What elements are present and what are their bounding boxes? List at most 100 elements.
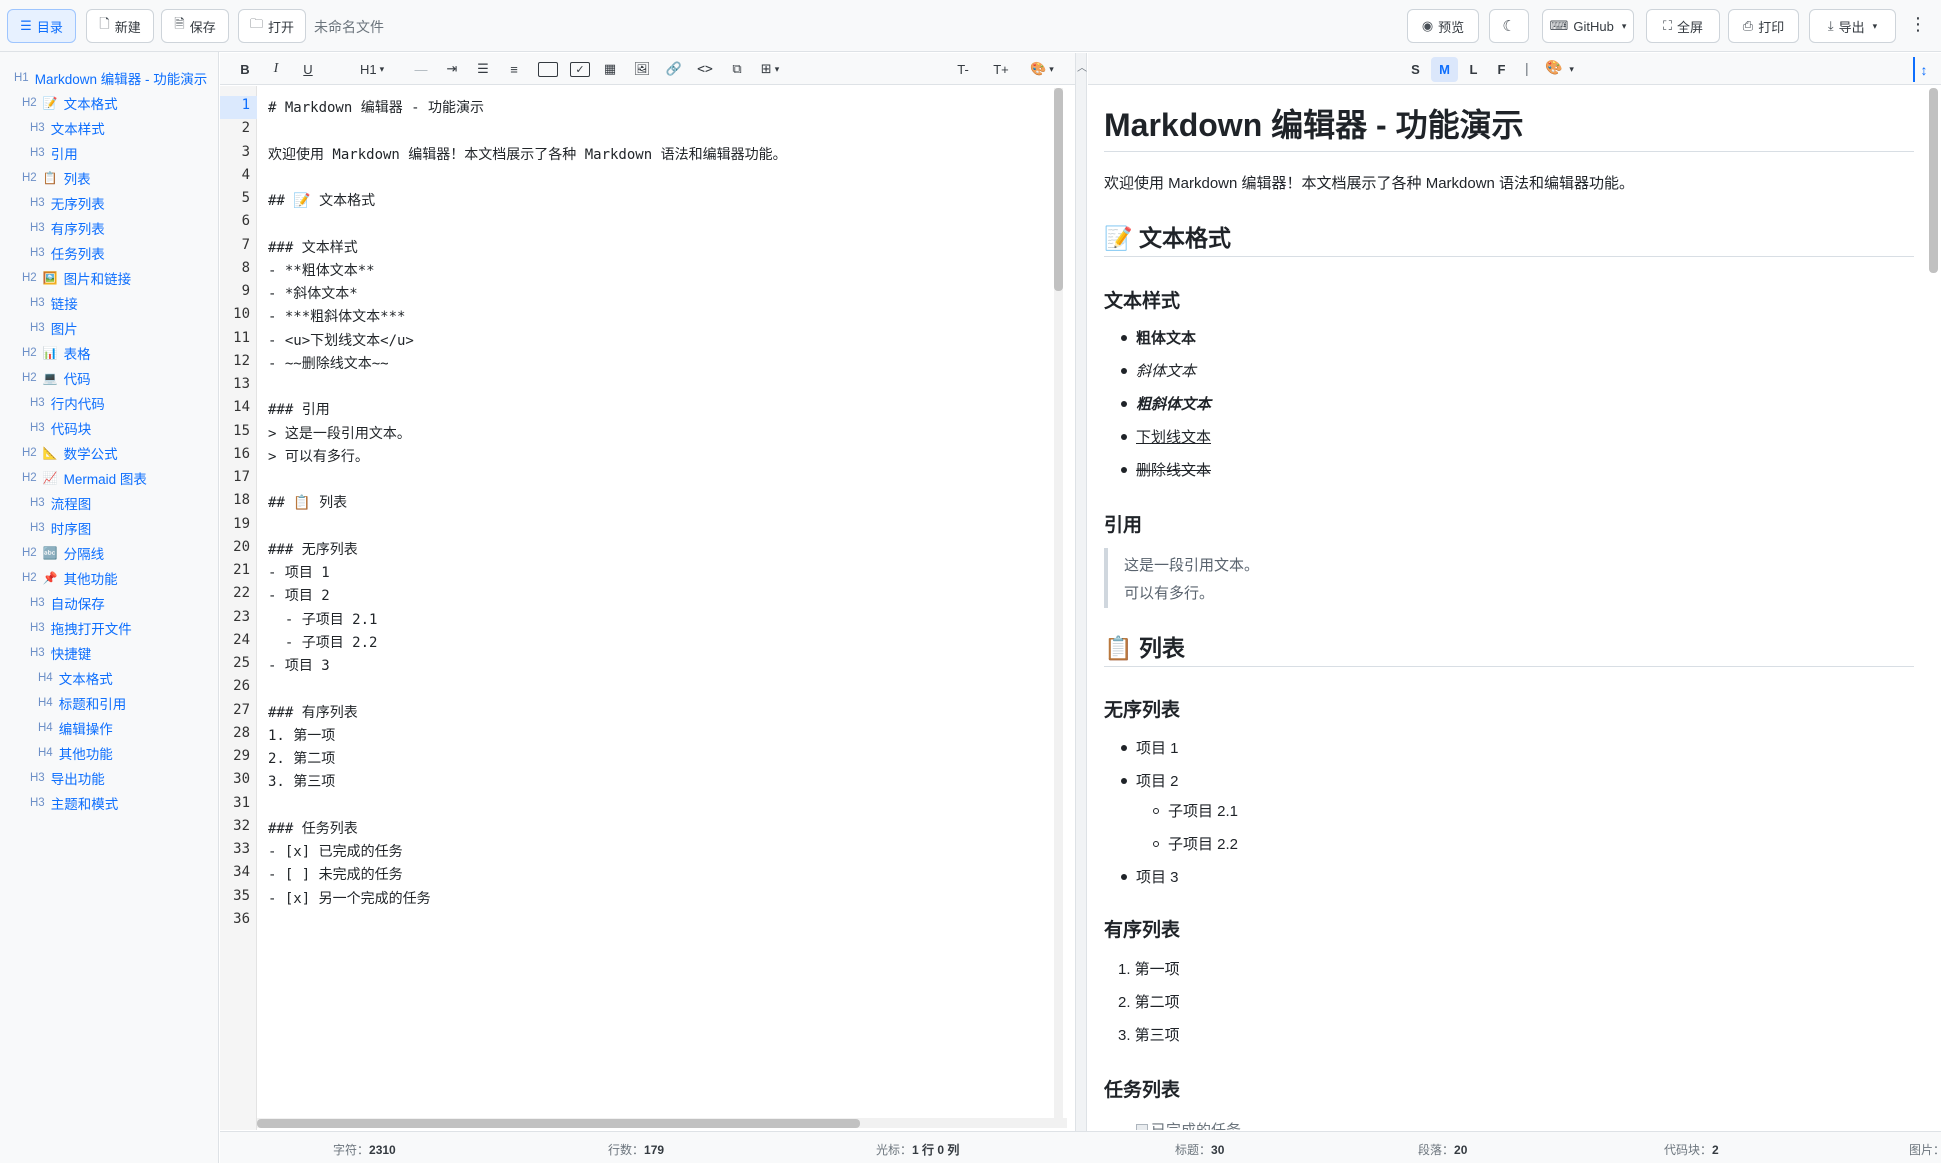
toc-toggle-button[interactable]: ☰ 目录 <box>7 9 76 43</box>
code-line[interactable]: ### 无序列表 <box>268 539 358 559</box>
preview-button[interactable]: ◉ 预览 <box>1407 9 1479 43</box>
code-line[interactable]: # Markdown 编辑器 - 功能演示 <box>268 97 484 117</box>
code-line[interactable]: 3. 第三项 <box>268 771 335 791</box>
code-line[interactable]: - *斜体文本* <box>268 283 358 303</box>
diagram-dropdown[interactable]: ⊞ ▾ <box>760 58 780 80</box>
toc-item[interactable]: H2 🖼️ 图片和链接 <box>0 265 218 290</box>
code-line[interactable]: - 项目 3 <box>268 655 330 675</box>
theme-select[interactable]: ⌨ GitHub ▾ <box>1542 9 1634 43</box>
bullet-list-icon[interactable]: ☰ <box>473 58 493 80</box>
toc-item[interactable]: H4 其他功能 <box>0 740 218 765</box>
code-line[interactable]: 2. 第二项 <box>268 748 335 768</box>
code-line[interactable]: > 可以有多行。 <box>268 446 369 466</box>
toc-item[interactable]: H3 自动保存 <box>0 590 218 615</box>
print-button[interactable]: ⎙ 打印 <box>1728 9 1799 43</box>
toc-item[interactable]: H1 Markdown 编辑器 - 功能演示 <box>0 65 218 90</box>
editor-horizontal-scrollbar[interactable] <box>257 1118 1067 1128</box>
dark-mode-toggle[interactable]: ☾ <box>1489 9 1529 43</box>
toc-item[interactable]: H4 文本格式 <box>0 665 218 690</box>
sync-scroll-icon[interactable]: ↕ <box>1913 57 1933 82</box>
code-line[interactable]: 欢迎使用 Markdown 编辑器！本文档展示了各种 Markdown 语法和编… <box>268 144 787 164</box>
code-line[interactable]: 1. 第一项 <box>268 725 335 745</box>
toc-item[interactable]: H4 标题和引用 <box>0 690 218 715</box>
inline-code-icon[interactable]: <> <box>695 58 715 80</box>
toc-item[interactable]: H3 行内代码 <box>0 390 218 415</box>
code-line[interactable]: ## 📝 文本格式 <box>268 190 375 210</box>
code-line[interactable]: - [x] 另一个完成的任务 <box>268 888 431 908</box>
task-checkbox[interactable] <box>1136 1124 1148 1130</box>
pane-splitter[interactable]: ︿ ﹀ <box>1075 53 1087 1163</box>
toc-item[interactable]: H3 有序列表 <box>0 215 218 240</box>
size-small-button[interactable]: S <box>1402 57 1429 82</box>
table-icon[interactable]: ▦ <box>600 58 620 80</box>
toc-item[interactable]: H2 📈 Mermaid 图表 <box>0 465 218 490</box>
code-line[interactable]: ### 任务列表 <box>268 818 358 838</box>
editor-vertical-scrollbar[interactable] <box>1054 88 1063 1118</box>
code-line[interactable]: - <u>下划线文本</u> <box>268 330 414 350</box>
image-icon[interactable]: 🖼 <box>632 58 652 80</box>
code-line[interactable]: - [ ] 未完成的任务 <box>268 864 403 884</box>
toc-item[interactable]: H3 拖拽打开文件 <box>0 615 218 640</box>
toc-item[interactable]: H2 💻 代码 <box>0 365 218 390</box>
code-line[interactable]: - 子项目 2.2 <box>268 632 378 652</box>
code-line[interactable]: - 子项目 2.1 <box>268 609 378 629</box>
code-line[interactable]: - 项目 1 <box>268 562 330 582</box>
size-full-button[interactable]: F <box>1488 57 1515 82</box>
toc-item[interactable]: H3 流程图 <box>0 490 218 515</box>
toc-item[interactable]: H2 📋 列表 <box>0 165 218 190</box>
code-block-icon[interactable]: ⧉ <box>727 58 747 80</box>
save-button[interactable]: 🗎 保存 <box>161 9 229 43</box>
toc-item[interactable]: H2 📌 其他功能 <box>0 565 218 590</box>
toc-item[interactable]: H4 编辑操作 <box>0 715 218 740</box>
toc-item[interactable]: H3 任务列表 <box>0 240 218 265</box>
italic-button[interactable]: I <box>266 58 286 80</box>
toc-item[interactable]: H3 引用 <box>0 140 218 165</box>
code-line[interactable]: ### 引用 <box>268 399 330 419</box>
code-line[interactable]: - **粗体文本** <box>268 260 375 280</box>
checkbox-icon[interactable] <box>538 62 558 77</box>
editor-theme-dropdown[interactable]: 🎨 ▾ <box>1030 58 1054 80</box>
toc-item[interactable]: H3 无序列表 <box>0 190 218 215</box>
preview-theme-dropdown[interactable]: 🎨 ▾ <box>1545 59 1574 76</box>
code-editor[interactable]: 1 2 3 4 5 6 7 8 9 10 11 12 13 14 15 16 17 18 19 20 21 22 23 24 2… <box>220 86 1075 1130</box>
code-line[interactable]: ### 有序列表 <box>268 702 358 722</box>
font-decrease-button[interactable]: T- <box>953 58 973 80</box>
toc-item[interactable]: H3 图片 <box>0 315 218 340</box>
task-checkbox-icon[interactable]: ✓ <box>570 62 590 77</box>
code-line[interactable]: - ~~删除线文本~~ <box>268 353 389 373</box>
preview-scroll-thumb[interactable] <box>1929 88 1938 273</box>
toc-item[interactable]: H3 快捷键 <box>0 640 218 665</box>
new-file-button[interactable]: 🗋 新建 <box>86 9 154 43</box>
editor-hscroll-thumb[interactable] <box>257 1119 860 1128</box>
editor-scroll-thumb[interactable] <box>1054 88 1063 291</box>
code-line[interactable]: - [x] 已完成的任务 <box>268 841 403 861</box>
toc-item[interactable]: H2 🔤 分隔线 <box>0 540 218 565</box>
indent-icon[interactable]: ⇥ <box>442 58 462 80</box>
horizontal-rule-icon[interactable]: — <box>411 58 431 80</box>
link-icon[interactable]: 🔗 <box>664 58 684 80</box>
toc-item[interactable]: H2 📝 文本格式 <box>0 90 218 115</box>
toc-item[interactable]: H3 链接 <box>0 290 218 315</box>
code-line[interactable]: ### 文本样式 <box>268 237 358 257</box>
size-medium-button[interactable]: M <box>1431 57 1458 82</box>
open-file-button[interactable]: 🗀 打开 <box>238 9 306 43</box>
bold-button[interactable]: B <box>235 58 255 80</box>
numbered-list-icon[interactable]: ≡ <box>504 58 524 80</box>
font-increase-button[interactable]: T+ <box>991 58 1011 80</box>
toc-item[interactable]: H3 导出功能 <box>0 765 218 790</box>
toc-item[interactable]: H2 📊 表格 <box>0 340 218 365</box>
heading-dropdown[interactable]: H1 ▾ <box>360 58 384 80</box>
code-line[interactable]: > 这是一段引用文本。 <box>268 423 411 443</box>
toc-item[interactable]: H2 📐 数学公式 <box>0 440 218 465</box>
more-options-icon[interactable]: ⋮ <box>1909 14 1927 34</box>
toc-item[interactable]: H3 时序图 <box>0 515 218 540</box>
toc-item[interactable]: H3 代码块 <box>0 415 218 440</box>
preview-scrollbar[interactable] <box>1929 88 1938 1118</box>
code-line[interactable]: ## 📋 列表 <box>268 492 347 512</box>
toc-item[interactable]: H3 主题和模式 <box>0 790 218 815</box>
toc-item[interactable]: H3 文本样式 <box>0 115 218 140</box>
fullscreen-button[interactable]: ⛶ 全屏 <box>1646 9 1720 43</box>
code-line[interactable]: - ***粗斜体文本*** <box>268 306 405 326</box>
size-large-button[interactable]: L <box>1460 57 1487 82</box>
code-line[interactable]: - 项目 2 <box>268 585 330 605</box>
